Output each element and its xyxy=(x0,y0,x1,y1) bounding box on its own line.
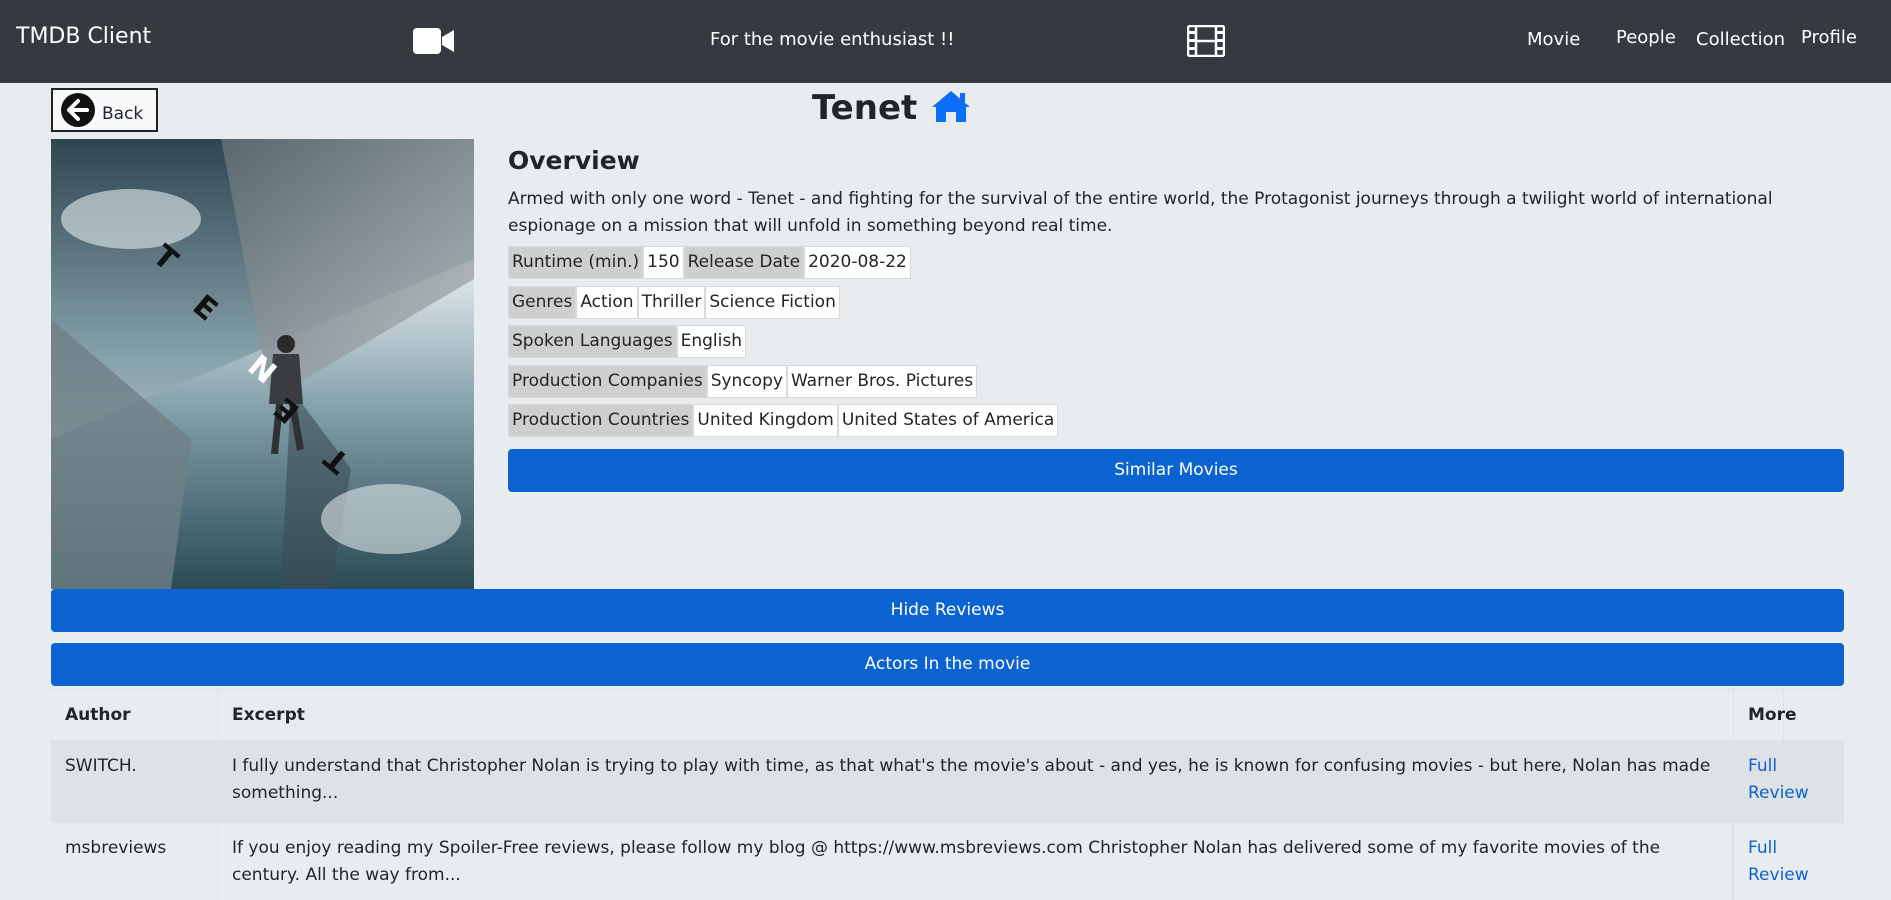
navbar: TMDB Client For the movie enthusiast !! … xyxy=(0,0,1891,83)
column-header-excerpt: Excerpt xyxy=(218,690,1784,740)
company-chip: Warner Bros. Pictures xyxy=(786,365,978,398)
spoken-languages-label: Spoken Languages xyxy=(508,325,677,358)
overview-text: Armed with only one word - Tenet - and f… xyxy=(508,189,1773,236)
companies-row: Production Companies Syncopy Warner Bros… xyxy=(508,365,978,398)
nav-link-profile[interactable]: Profile xyxy=(1801,27,1857,48)
tagline: For the movie enthusiast !! xyxy=(710,29,955,50)
genre-chip: Action xyxy=(576,286,638,319)
movie-poster: T E N E T xyxy=(51,139,474,589)
language-chip: English xyxy=(676,325,747,358)
table-row: msbreviews If you enjoy reading my Spoil… xyxy=(51,822,1844,900)
release-date-label: Release Date xyxy=(683,246,805,279)
back-button[interactable]: Back xyxy=(51,88,158,132)
hide-reviews-button[interactable]: Hide Reviews xyxy=(51,589,1844,632)
review-author: msbreviews xyxy=(51,823,218,900)
company-chip: Syncopy xyxy=(706,365,787,398)
movie-title-wrap: Tenet xyxy=(812,88,972,134)
overview-heading: Overview xyxy=(508,146,640,175)
brand[interactable]: TMDB Client xyxy=(16,24,151,49)
country-chip: United States of America xyxy=(837,404,1059,437)
review-excerpt: I fully understand that Christopher Nola… xyxy=(218,741,1733,822)
home-icon[interactable] xyxy=(930,88,972,128)
release-date-value: 2020-08-22 xyxy=(804,246,911,279)
table-row: SWITCH. I fully understand that Christop… xyxy=(51,740,1844,822)
review-excerpt: If you enjoy reading my Spoiler-Free rev… xyxy=(218,823,1733,900)
nav-link-movie[interactable]: Movie xyxy=(1527,29,1580,50)
nav-link-collection[interactable]: Collection xyxy=(1696,29,1785,50)
review-author: SWITCH. xyxy=(51,741,218,822)
production-countries-label: Production Countries xyxy=(508,404,694,437)
full-review-link-cell: Full Review xyxy=(1733,741,1844,822)
runtime-release-row: Runtime (min.) 150 Release Date 2020-08-… xyxy=(508,246,911,279)
back-label: Back xyxy=(102,104,144,124)
table-header-row: Author Excerpt More xyxy=(51,689,1844,740)
languages-row: Spoken Languages English xyxy=(508,325,747,358)
genres-label: Genres xyxy=(508,286,577,319)
arrow-left-circle-icon xyxy=(60,92,96,132)
full-review-link[interactable]: Full Review xyxy=(1748,838,1809,885)
column-header-more: More xyxy=(1733,690,1844,740)
production-companies-label: Production Companies xyxy=(508,365,707,398)
similar-movies-button[interactable]: Similar Movies xyxy=(508,449,1844,492)
full-review-link[interactable]: Full Review xyxy=(1748,756,1809,803)
movie-title: Tenet xyxy=(812,88,918,128)
genres-row: Genres Action Thriller Science Fiction xyxy=(508,286,840,319)
video-camera-icon xyxy=(413,26,455,60)
full-review-link-cell: Full Review xyxy=(1733,823,1844,900)
genre-chip: Science Fiction xyxy=(705,286,840,319)
nav-link-people[interactable]: People xyxy=(1616,27,1676,48)
film-icon xyxy=(1186,24,1226,61)
genre-chip: Thriller xyxy=(637,286,706,319)
column-header-author: Author xyxy=(51,690,218,740)
country-chip: United Kingdom xyxy=(693,404,838,437)
actors-button[interactable]: Actors In the movie xyxy=(51,643,1844,686)
countries-row: Production Countries United Kingdom Unit… xyxy=(508,404,1059,437)
runtime-label: Runtime (min.) xyxy=(508,246,644,279)
runtime-value: 150 xyxy=(643,246,684,279)
